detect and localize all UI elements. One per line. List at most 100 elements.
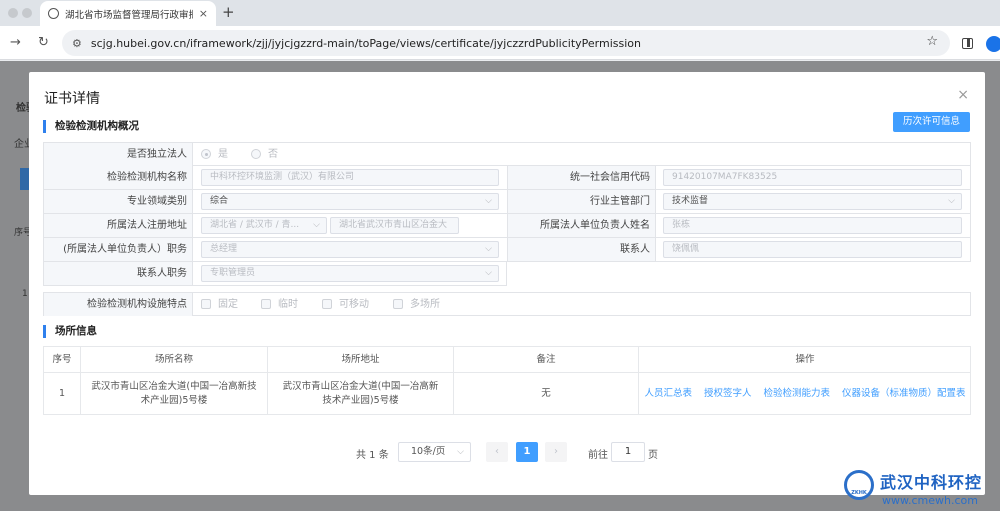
form-row-contact-title: 联系人职务 专职管理员 ⌵: [43, 262, 507, 286]
watermark-url: www.cmewh.com: [882, 494, 978, 507]
browser-toolbar: → ↻ ⚙ scjg.hubei.gov.cn/iframework/zjj/j…: [0, 26, 1000, 60]
dept-label: 行业主管部门: [508, 190, 655, 213]
chevron-down-icon: ⌵: [948, 196, 955, 206]
browser-tab-bar: 湖北省市场监督管理局行政审批 × +: [0, 0, 1000, 26]
window-minimize-dot[interactable]: [22, 8, 32, 18]
radio-yes-label: 是: [218, 149, 228, 160]
credit-code-label: 统一社会信用代码: [508, 166, 655, 189]
actions-cell: 人员汇总表 授权签字人 检验检测能力表 仪器设备（标准物质）配置表: [639, 373, 971, 414]
column-header: 序号: [44, 347, 81, 372]
section-title-overview: 检验检测机构概况: [43, 120, 139, 133]
field-type-value: 综合: [210, 196, 229, 206]
rep-name-input[interactable]: 张栋: [663, 217, 962, 234]
form-row-independent: 是否独立法人 是 否: [43, 142, 971, 166]
new-tab-button[interactable]: +: [222, 3, 235, 21]
chevron-down-icon: ⌵: [457, 447, 464, 457]
facility-checkbox-mobile[interactable]: [322, 299, 332, 309]
facility-option-mobile: 可移动: [339, 299, 369, 310]
dept-select[interactable]: 技术监督 ⌵: [663, 193, 962, 210]
table-row: 1 武汉市青山区冶金大道(中国一冶高新技术产业园)5号楼 武汉市青山区冶金大道(…: [43, 373, 971, 415]
credit-code-input[interactable]: 91420107MA7FK83525: [663, 169, 962, 186]
watermark-name: 武汉中科环控: [880, 473, 983, 492]
company-logo-icon: ZKHK: [844, 470, 874, 500]
facility-checkbox-multisite[interactable]: [393, 299, 403, 309]
contact-title-value: 专职管理员: [210, 268, 256, 278]
facility-option-fixed: 固定: [218, 299, 238, 310]
radio-yes[interactable]: [201, 149, 211, 159]
field-type-label: 专业领域类别: [44, 190, 192, 213]
site-settings-icon[interactable]: ⚙: [72, 37, 82, 50]
authorized-signatory-link[interactable]: 授权签字人: [704, 387, 752, 401]
reload-icon[interactable]: ↻: [38, 35, 49, 50]
facility-option-multisite: 多场所: [410, 299, 440, 310]
rep-title-select[interactable]: 总经理 ⌵: [201, 241, 499, 258]
total-count: 共 1 条: [356, 450, 389, 461]
contact-title-label: 联系人职务: [44, 262, 192, 285]
org-name-label: 检验检测机构名称: [44, 166, 192, 189]
independent-label: 是否独立法人: [44, 143, 192, 166]
note-cell: 无: [454, 373, 639, 414]
page-size-select[interactable]: 10条/页 ⌵: [398, 442, 471, 462]
contact-input[interactable]: 饶佩佩: [663, 241, 962, 258]
profile-avatar[interactable]: [986, 36, 1000, 52]
form-row-facility: 检验检测机构设施特点 固定 临时 可移动 多场所: [43, 292, 971, 316]
company-watermark: ZKHK 武汉中科环控 www.cmewh.com: [844, 467, 1000, 511]
contact-label: 联系人: [508, 238, 655, 261]
field-type-select[interactable]: 综合 ⌵: [201, 193, 499, 210]
contact-title-select[interactable]: 专职管理员 ⌵: [201, 265, 499, 282]
side-panel-icon[interactable]: [962, 38, 973, 49]
column-header: 场所地址: [268, 347, 454, 372]
column-header: 场所名称: [81, 347, 268, 372]
goto-unit: 页: [648, 450, 658, 461]
radio-no-label: 否: [268, 149, 278, 160]
region-cascader[interactable]: 湖北省 / 武汉市 / 青... ⌵: [201, 217, 327, 234]
url-text: scjg.hubei.gov.cn/iframework/zjj/jyjcjgz…: [90, 36, 641, 50]
facility-checkbox-temporary[interactable]: [261, 299, 271, 309]
radio-no[interactable]: [251, 149, 261, 159]
dept-value: 技术监督: [672, 196, 709, 206]
staff-summary-link[interactable]: 人员汇总表: [644, 387, 692, 401]
bg-row-fragment: 1: [22, 289, 28, 299]
goto-page-input[interactable]: 1: [611, 442, 645, 462]
chevron-down-icon: ⌵: [485, 244, 492, 254]
bookmark-star-icon[interactable]: ☆: [926, 34, 938, 49]
form-row-rep-title: (所属法人单位负责人）职务 总经理 ⌵ 联系人 饶佩佩: [43, 238, 971, 262]
pagination: 共 1 条 10条/页 ⌵ ‹ 1 › 前往 1 页: [29, 442, 985, 462]
org-name-input[interactable]: 中科环控环境监测（武汉）有限公司: [201, 169, 499, 186]
section-title-sites: 场所信息: [43, 325, 97, 338]
form-row-field: 专业领域类别 综合 ⌵ 行业主管部门 技术监督 ⌵: [43, 190, 971, 214]
close-icon[interactable]: ×: [957, 87, 969, 103]
capability-table-link[interactable]: 检验检测能力表: [764, 387, 831, 401]
address-bar[interactable]: ⚙ scjg.hubei.gov.cn/iframework/zjj/jyjcj…: [62, 30, 950, 56]
site-name-cell: 武汉市青山区冶金大道(中国一冶高新技术产业园)5号楼: [81, 373, 268, 414]
address-input[interactable]: 湖北省武汉市青山区冶金大: [330, 217, 459, 234]
rep-name-label: 所属法人单位负责人姓名: [508, 214, 655, 237]
next-page-button[interactable]: ›: [545, 442, 567, 462]
page-number-button[interactable]: 1: [516, 442, 538, 462]
facility-checkbox-fixed[interactable]: [201, 299, 211, 309]
address-label: 所属法人注册地址: [44, 214, 192, 237]
goto-label: 前往: [588, 450, 608, 461]
chevron-down-icon: ⌵: [485, 196, 492, 206]
form-row-address: 所属法人注册地址 湖北省 / 武汉市 / 青... ⌵ 湖北省武汉市青山区冶金大 …: [43, 214, 971, 238]
history-permit-button[interactable]: 历次许可信息: [893, 112, 970, 132]
row-index: 1: [44, 373, 81, 414]
browser-tab[interactable]: 湖北省市场监督管理局行政审批 ×: [40, 1, 216, 26]
rep-title-label: (所属法人单位负责人）职务: [44, 238, 192, 261]
chevron-down-icon: ⌵: [313, 220, 320, 230]
facility-label: 检验检测机构设施特点: [44, 293, 192, 316]
region-value: 湖北省 / 武汉市 / 青...: [210, 220, 300, 230]
prev-page-button[interactable]: ‹: [486, 442, 508, 462]
column-header: 备注: [454, 347, 639, 372]
certificate-detail-dialog: 证书详情 × 检验检测机构概况 历次许可信息 是否独立法人 是 否 检验检测机构…: [29, 72, 985, 495]
back-arrow-icon[interactable]: →: [10, 35, 21, 50]
globe-icon: [48, 8, 59, 19]
page-size-value: 10条/页: [411, 446, 446, 457]
tab-close-icon[interactable]: ×: [199, 7, 208, 20]
equipment-table-link[interactable]: 仪器设备（标准物质）配置表: [842, 387, 966, 401]
chevron-down-icon: ⌵: [485, 268, 492, 278]
tab-title: 湖北省市场监督管理局行政审批: [65, 9, 193, 21]
form-row-name: 检验检测机构名称 中科环控环境监测（武汉）有限公司 统一社会信用代码 91420…: [43, 166, 971, 190]
window-close-dot[interactable]: [8, 8, 18, 18]
rep-title-value: 总经理: [210, 244, 238, 254]
